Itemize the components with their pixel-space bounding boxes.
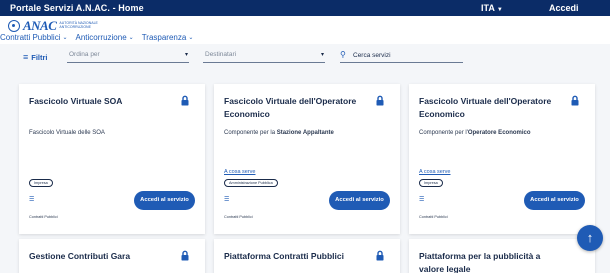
chevron-down-icon: ▼ bbox=[496, 7, 503, 13]
card-title: Gestione Contributi Gara bbox=[29, 251, 131, 261]
service-card: Fascicolo Virtuale SOA Fascicolo Virtual… bbox=[19, 84, 205, 234]
search-input[interactable] bbox=[353, 49, 461, 61]
nav-label: Anticorruzione bbox=[75, 33, 127, 42]
audience-badge: Impresa bbox=[419, 179, 443, 187]
what-is-it-link[interactable]: A cosa serve bbox=[419, 169, 451, 175]
access-service-button[interactable]: Accedi al servizio bbox=[524, 191, 585, 210]
card-description: Componente per l'Operatore Economico bbox=[419, 130, 531, 136]
lock-icon bbox=[181, 250, 189, 261]
card-title: Fascicolo Virtuale dell'Operatore Econom… bbox=[224, 96, 357, 119]
filter-icon: ≡ bbox=[23, 52, 29, 62]
card-title: Piattaforma per la pubblicità a valore l… bbox=[419, 251, 541, 273]
service-card: Fascicolo Virtuale dell'Operatore Econom… bbox=[214, 84, 400, 234]
login-link[interactable]: Accedi bbox=[549, 3, 579, 13]
card-title: Fascicolo Virtuale SOA bbox=[29, 96, 123, 106]
lock-icon bbox=[376, 95, 384, 106]
nav-trasparenza[interactable]: Trasparenza ⌄ bbox=[142, 33, 194, 42]
service-card: Piattaforma Contratti Pubblici bbox=[214, 239, 400, 273]
card-category: Contratti Pubblici bbox=[419, 215, 448, 219]
audience-badge: Impresa bbox=[29, 179, 53, 187]
chevron-down-icon: ⌄ bbox=[128, 35, 134, 41]
access-service-button[interactable]: Accedi al servizio bbox=[329, 191, 390, 210]
tag-icon: ☰ bbox=[29, 197, 35, 203]
what-is-it-link[interactable]: A cosa serve bbox=[224, 169, 256, 175]
card-title: Piattaforma Contratti Pubblici bbox=[224, 251, 344, 261]
language-label: ITA bbox=[481, 3, 495, 13]
recipients-select[interactable]: Destinatari ▾ bbox=[203, 51, 325, 63]
description-emphasis: Stazione Appaltante bbox=[276, 130, 334, 136]
filters-label: Filtri bbox=[31, 52, 48, 62]
emblem-icon bbox=[8, 20, 20, 32]
nav-contratti-pubblici[interactable]: Contratti Pubblici ⌄ bbox=[0, 33, 68, 42]
nav-label: Contratti Pubblici bbox=[0, 33, 61, 42]
access-service-button[interactable]: Accedi al servizio bbox=[134, 191, 195, 210]
audience-badge: Amministrazione Pubblica bbox=[224, 179, 278, 187]
chevron-down-icon: ▾ bbox=[184, 52, 188, 58]
service-card: Fascicolo Virtuale dell'Operatore Econom… bbox=[409, 84, 595, 234]
chevron-down-icon: ⌄ bbox=[188, 35, 194, 41]
card-description: Fascicolo Virtuale delle SOA bbox=[29, 130, 105, 136]
card-category: Contratti Pubblici bbox=[29, 215, 58, 219]
order-select[interactable]: Ordina per ▾ bbox=[67, 51, 189, 63]
lock-icon bbox=[181, 95, 189, 106]
search-box: ⚲ bbox=[340, 49, 463, 63]
nav-anticorruzione[interactable]: Anticorruzione ⌄ bbox=[76, 33, 134, 42]
search-icon[interactable]: ⚲ bbox=[340, 50, 346, 59]
description-text: Componente per la bbox=[224, 130, 277, 136]
chevron-down-icon: ⌄ bbox=[62, 35, 68, 41]
service-card: Gestione Contributi Gara bbox=[19, 239, 205, 273]
chevron-down-icon: ▾ bbox=[320, 52, 324, 58]
card-description: Componente per la Stazione Appaltante bbox=[224, 130, 334, 136]
lock-icon bbox=[376, 250, 384, 261]
recipients-placeholder: Destinatari bbox=[205, 51, 237, 58]
card-category: Contratti Pubblici bbox=[224, 215, 253, 219]
portal-title[interactable]: Portale Servizi A.N.AC. - Home bbox=[10, 3, 144, 13]
service-card: Piattaforma per la pubblicità a valore l… bbox=[409, 239, 595, 273]
top-bar: Portale Servizi A.N.AC. - Home ITA ▼ Acce… bbox=[0, 0, 610, 16]
arrow-up-icon: ↑ bbox=[586, 230, 594, 245]
description-emphasis: Operatore Economico bbox=[467, 130, 531, 136]
anac-logo[interactable]: ANAC AUTORITÀ NAZIONALE ANTICORRUZIONE bbox=[8, 18, 99, 33]
language-selector[interactable]: ITA ▼ bbox=[481, 3, 503, 13]
card-title: Fascicolo Virtuale dell'Operatore Econom… bbox=[419, 96, 552, 119]
logo-mark: ANAC bbox=[23, 18, 57, 33]
main-nav: Contratti Pubblici ⌄ Anticorruzione ⌄ Tras… bbox=[0, 33, 193, 42]
tag-icon: ☰ bbox=[419, 197, 425, 203]
nav-label: Trasparenza bbox=[141, 33, 187, 42]
header: ANAC AUTORITÀ NAZIONALE ANTICORRUZIONE C… bbox=[0, 16, 610, 44]
filters-toggle[interactable]: ≡ Filtri bbox=[23, 52, 48, 62]
filter-bar: ≡ Filtri Ordina per ▾ Destinatari ▾ ⚲ bbox=[0, 44, 610, 72]
tag-icon: ☰ bbox=[224, 197, 230, 203]
lock-icon bbox=[571, 95, 579, 106]
scroll-to-top-button[interactable]: ↑ bbox=[577, 225, 603, 251]
order-placeholder: Ordina per bbox=[69, 51, 100, 58]
logo-subtitle: AUTORITÀ NAZIONALE ANTICORRUZIONE bbox=[59, 21, 98, 29]
description-text: Componente per l' bbox=[419, 130, 468, 136]
